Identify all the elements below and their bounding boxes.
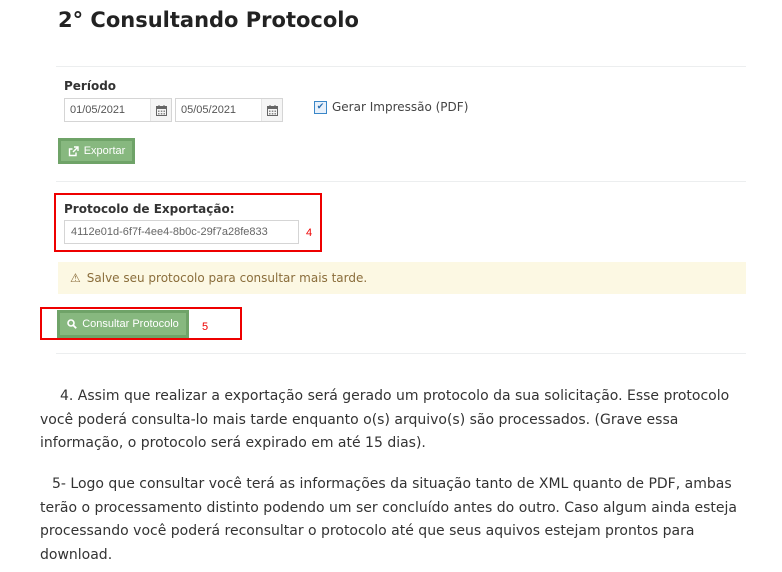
highlight-box-4 [54,193,322,252]
date-end-field[interactable] [175,98,283,122]
date-end-input[interactable] [176,100,261,120]
calendar-icon[interactable] [261,99,282,121]
external-link-icon [68,145,79,156]
divider [56,66,746,67]
calendar-icon[interactable] [150,99,171,121]
gerar-impressao-checkbox[interactable]: ✔ Gerar Impressão (PDF) [314,100,468,114]
warning-alert: ⚠ Salve seu protocolo para consultar mai… [58,262,746,294]
paragraph-step-4: 4. Assim que realizar a exportação será … [40,388,730,451]
highlight-box-5 [40,307,242,340]
date-start-input[interactable] [65,100,150,120]
checkmark-icon[interactable]: ✔ [314,100,327,114]
exportar-label: Exportar [83,145,126,157]
marker-5: 5 [202,321,209,333]
marker-4: 4 [306,227,313,239]
warning-text: Salve seu protocolo para consultar mais … [86,271,368,285]
warning-icon: ⚠ [70,271,81,285]
exportar-button[interactable]: Exportar [58,138,135,164]
periodo-label: Período [64,79,117,93]
divider [56,181,746,182]
gerar-impressao-label: Gerar Impressão (PDF) [332,100,469,114]
paragraph-step-5: 5- Logo que consultar você terá as infor… [40,476,738,563]
page-title: 2° Consultando Protocolo [58,8,359,32]
divider [56,353,746,354]
date-start-field[interactable] [64,98,172,122]
